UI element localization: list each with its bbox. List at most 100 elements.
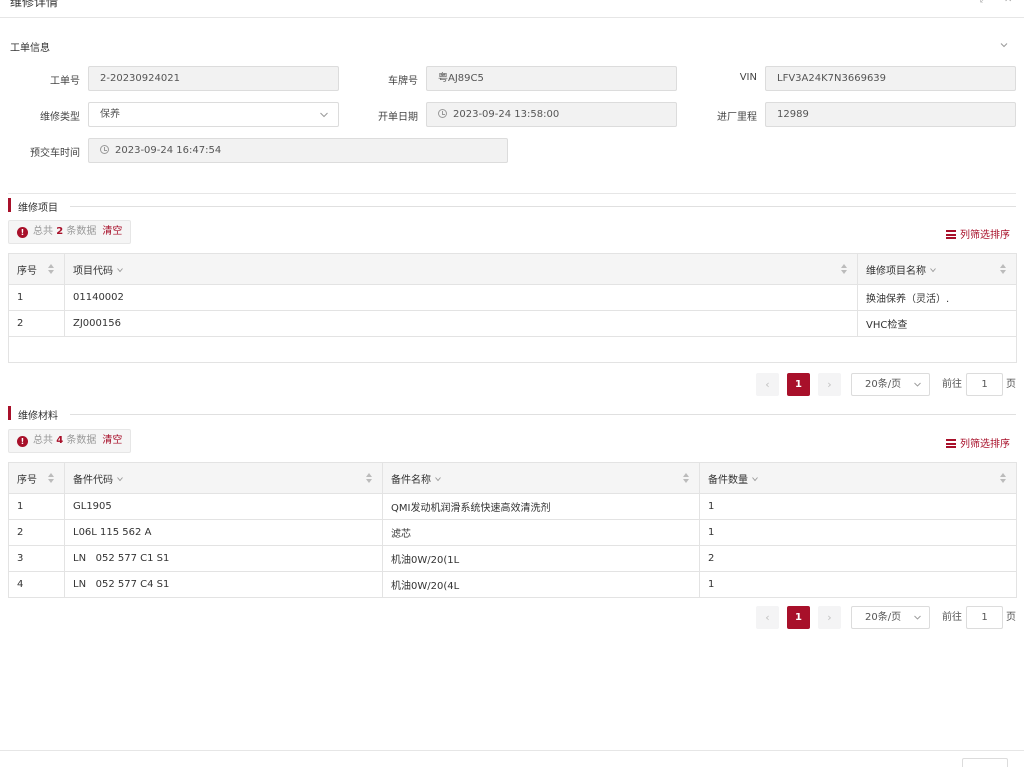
chevron-down-icon	[320, 112, 328, 118]
filter-sort-label: 列筛选排序	[960, 230, 1010, 241]
sort-icon[interactable]	[841, 264, 848, 274]
repair-type-value: 保养	[100, 109, 120, 120]
table-cell: 1	[699, 571, 1017, 598]
items-filter-sort-button[interactable]: 列筛选排序	[946, 226, 1010, 241]
order-no-label: 工单号	[50, 76, 80, 87]
table-row[interactable]: 4 LN 052 577 C4 S1 机油0W/20(4L 1	[8, 571, 1017, 598]
chevron-down-icon[interactable]	[1000, 41, 1008, 49]
column-label: 备件代码	[73, 474, 113, 486]
filter-sort-label: 列筛选排序	[960, 439, 1010, 450]
column-label: 维修项目名称	[866, 265, 926, 277]
plate-field[interactable]: 粤AJ89C5	[426, 66, 677, 91]
info-icon: !	[17, 436, 28, 447]
footer-button[interactable]	[962, 758, 1008, 767]
filter-icon	[946, 439, 956, 448]
column-header[interactable]: 序号	[8, 462, 65, 494]
table-cell: QMI发动机润滑系统快速高效清洗剂	[382, 493, 700, 520]
chevron-down-icon[interactable]	[930, 267, 936, 273]
table-cell: 2	[699, 545, 1017, 572]
table-cell: LN 052 577 C1 S1	[64, 545, 383, 572]
materials-section-title: 维修材料	[8, 406, 58, 422]
footer-divider	[0, 750, 1024, 751]
materials-count: 4	[56, 435, 64, 446]
close-icon[interactable]: ✕	[1004, 0, 1012, 5]
items-count-tag: ! 总共 2 条数据 清空	[8, 220, 132, 244]
column-label: 序号	[17, 265, 37, 277]
items-clear-button[interactable]: 清空	[102, 226, 122, 237]
divider	[8, 193, 1016, 194]
chevron-down-icon[interactable]	[752, 476, 758, 482]
prev-page-button[interactable]: ‹	[756, 606, 779, 629]
plate-label: 车牌号	[388, 76, 418, 87]
table-cell: 3	[8, 545, 65, 572]
table-cell: GL1905	[64, 493, 383, 520]
materials-clear-button[interactable]: 清空	[102, 435, 122, 446]
goto-page-input[interactable]: 1	[966, 373, 1003, 396]
sort-icon[interactable]	[1000, 264, 1007, 274]
clock-icon	[438, 109, 447, 118]
sort-icon[interactable]	[48, 473, 55, 483]
column-header[interactable]: 备件代码	[64, 462, 383, 494]
table-row[interactable]: 1 01140002 换油保养（灵活）.	[8, 284, 1017, 311]
vin-label: VIN	[739, 72, 757, 83]
vin-field[interactable]: LFV3A24K7N3669639	[765, 66, 1016, 91]
table-cell: 4	[8, 571, 65, 598]
table-row[interactable]: 3 LN 052 577 C1 S1 机油0W/20(1L 2	[8, 545, 1017, 572]
sort-icon[interactable]	[366, 473, 373, 483]
table-row[interactable]: 2 ZJ000156 VHC检查	[8, 310, 1017, 337]
column-header[interactable]: 序号	[8, 253, 65, 285]
order-no-field[interactable]: 2-20230924021	[88, 66, 339, 91]
table-cell: 1	[699, 519, 1017, 546]
count-suffix: 条数据	[66, 226, 97, 237]
divider	[70, 414, 1016, 415]
column-header[interactable]: 备件数量	[699, 462, 1017, 494]
maximize-icon[interactable]: ⤢	[980, 0, 988, 5]
divider	[70, 206, 1016, 207]
table-cell: VHC检查	[857, 310, 1017, 337]
column-header[interactable]: 维修项目名称	[857, 253, 1017, 285]
materials-filter-sort-button[interactable]: 列筛选排序	[946, 435, 1010, 450]
items-count: 2	[56, 226, 64, 237]
next-page-button[interactable]: ›	[818, 373, 841, 396]
table-row[interactable]: 1 GL1905 QMI发动机润滑系统快速高效清洗剂 1	[8, 493, 1017, 520]
page-number-current[interactable]: 1	[787, 373, 810, 396]
column-header[interactable]: 项目代码	[64, 253, 858, 285]
prev-page-button[interactable]: ‹	[756, 373, 779, 396]
goto-page-input[interactable]: 1	[966, 606, 1003, 629]
empty-cell	[8, 336, 1017, 363]
delivery-time-value: 2023-09-24 16:47:54	[115, 145, 222, 156]
sort-icon[interactable]	[1000, 473, 1007, 483]
column-label: 备件名称	[391, 474, 431, 486]
column-header[interactable]: 备件名称	[382, 462, 700, 494]
table-cell: LN 052 577 C4 S1	[64, 571, 383, 598]
table-cell: 01140002	[64, 284, 858, 311]
chevron-down-icon[interactable]	[117, 476, 123, 482]
next-page-button[interactable]: ›	[818, 606, 841, 629]
mileage-field[interactable]: 12989	[765, 102, 1016, 127]
chevron-down-icon[interactable]	[117, 267, 123, 273]
chevron-down-icon[interactable]	[435, 476, 441, 482]
page-size-select[interactable]: 20条/页	[851, 373, 930, 396]
column-label: 备件数量	[708, 474, 748, 486]
table-cell: 1	[699, 493, 1017, 520]
table-row[interactable]: 2 L06L 115 562 A 滤芯 1	[8, 519, 1017, 546]
sort-icon[interactable]	[683, 473, 690, 483]
goto-label: 前往	[942, 612, 962, 623]
items-table: 序号 项目代码 维修项目名称 1 01140002 换油保养（灵活）. 2 ZJ…	[8, 253, 1017, 363]
sort-icon[interactable]	[48, 264, 55, 274]
dialog-title: 维修详情	[10, 0, 59, 9]
table-header-row: 序号 项目代码 维修项目名称	[8, 253, 1017, 285]
table-cell: 滤芯	[382, 519, 700, 546]
open-date-field[interactable]: 2023-09-24 13:58:00	[426, 102, 677, 127]
table-cell: 2	[8, 519, 65, 546]
clock-icon	[100, 145, 109, 154]
delivery-time-field[interactable]: 2023-09-24 16:47:54	[88, 138, 508, 163]
page-size-select[interactable]: 20条/页	[851, 606, 930, 629]
page-size-value: 20条/页	[865, 612, 902, 623]
page-number-current[interactable]: 1	[787, 606, 810, 629]
repair-type-select[interactable]: 保养	[88, 102, 339, 127]
mileage-label: 进厂里程	[717, 112, 757, 123]
table-cell: L06L 115 562 A	[64, 519, 383, 546]
table-cell: 2	[8, 310, 65, 337]
count-suffix: 条数据	[66, 435, 97, 446]
